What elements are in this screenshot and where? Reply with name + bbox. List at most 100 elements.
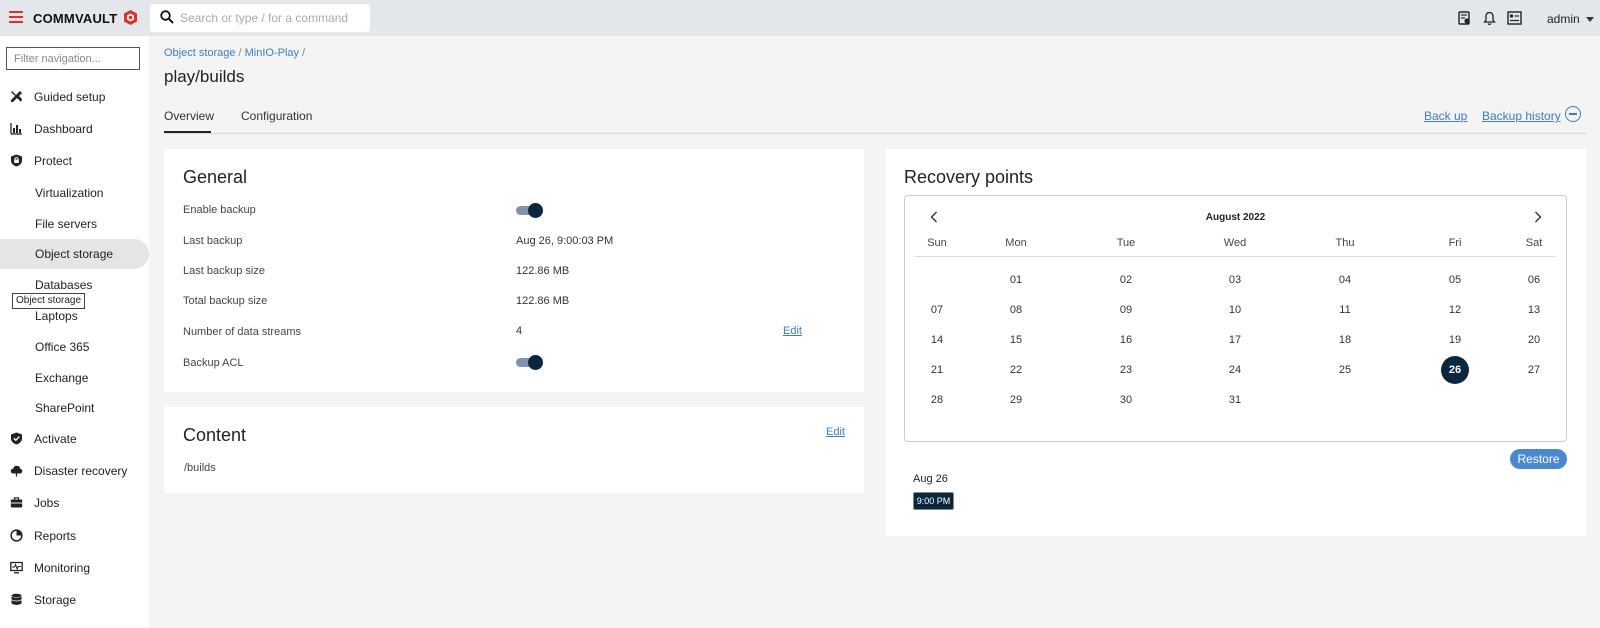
chevron-right-icon[interactable]	[1533, 210, 1543, 224]
backup-acl-toggle[interactable]	[516, 355, 544, 370]
sidebar-item-dashboard[interactable]: Dashboard	[0, 114, 149, 144]
data-streams-value: 4	[516, 325, 523, 337]
sidebar-item-label: Jobs	[34, 496, 60, 510]
calendar-day[interactable]: 12	[1441, 296, 1469, 324]
calendar-day[interactable]: 28	[923, 386, 951, 414]
tasks-icon[interactable]	[1507, 11, 1522, 25]
chevron-down-icon[interactable]	[1586, 17, 1594, 22]
backup-history-link[interactable]: Backup history	[1482, 109, 1561, 123]
weekday-sun: Sun	[927, 237, 947, 249]
calendar-day[interactable]: 01	[1002, 266, 1030, 294]
database-icon	[11, 593, 22, 605]
more-actions-icon[interactable]	[1565, 106, 1581, 122]
calendar-day[interactable]: 11	[1331, 296, 1359, 324]
calendar-day[interactable]: 07	[923, 296, 951, 324]
calendar-day[interactable]: 10	[1221, 296, 1249, 324]
weekday-wed: Wed	[1223, 237, 1247, 249]
last-backup-value: Aug 26, 9:00:03 PM	[516, 235, 614, 247]
calendar-day[interactable]: 02	[1112, 266, 1140, 294]
general-title: General	[183, 167, 248, 187]
calendar-day[interactable]: 16	[1112, 326, 1140, 354]
content-path: /builds	[184, 462, 216, 474]
breadcrumb-object-storage[interactable]: Object storage	[164, 47, 236, 59]
sidebar-item-object-storage[interactable]: Object storage	[0, 239, 149, 269]
user-menu[interactable]: admin	[1547, 12, 1580, 26]
page-title: play/builds	[164, 67, 245, 86]
calendar-divider	[915, 256, 1556, 257]
sidebar-item-label: Protect	[34, 154, 73, 168]
sidebar-item-exchange[interactable]: Exchange	[0, 363, 149, 393]
sidebar-item-label: Monitoring	[34, 561, 91, 575]
calendar-day[interactable]: 24	[1221, 356, 1249, 384]
sidebar-item-activate[interactable]: Activate	[0, 424, 149, 454]
weekday-tue: Tue	[1116, 237, 1136, 249]
calendar-day[interactable]: 18	[1331, 326, 1359, 354]
restore-button[interactable]: Restore	[1510, 449, 1567, 469]
calendar-day[interactable]: 25	[1331, 356, 1359, 384]
calendar-day[interactable]: 03	[1221, 266, 1249, 294]
sidebar-item-label: Office 365	[35, 340, 90, 354]
shield-lock-icon	[11, 154, 22, 167]
calendar-day[interactable]: 30	[1112, 386, 1140, 414]
calendar-day[interactable]: 17	[1221, 326, 1249, 354]
calendar-day[interactable]: 15	[1002, 326, 1030, 354]
data-streams-label: Number of data streams	[183, 326, 301, 338]
sidebar-item-disaster-recovery[interactable]: Disaster recovery	[0, 456, 149, 486]
general-card: General Enable backup Last backup Aug 26…	[164, 149, 864, 392]
calendar-day[interactable]: 06	[1520, 266, 1548, 294]
sidebar-item-reports[interactable]: Reports	[0, 521, 149, 551]
calendar-day[interactable]: 20	[1520, 326, 1548, 354]
search-input[interactable]	[180, 9, 360, 27]
calendar-day[interactable]: 13	[1520, 296, 1548, 324]
shield-check-icon	[11, 432, 22, 445]
sidebar-item-monitoring[interactable]: Monitoring	[0, 553, 149, 583]
sidebar-item-guided-setup[interactable]: Guided setup	[0, 82, 149, 112]
sidebar-item-label: Virtualization	[35, 186, 104, 200]
calendar-day[interactable]: 22	[1002, 356, 1030, 384]
sidebar-item-sharepoint[interactable]: SharePoint	[0, 393, 149, 423]
sidebar-item-office-365[interactable]: Office 365	[0, 332, 149, 362]
calendar-day[interactable]: 09	[1112, 296, 1140, 324]
edit-content-link[interactable]: Edit	[826, 426, 845, 438]
calendar-day[interactable]: 29	[1002, 386, 1030, 414]
monitor-icon	[10, 561, 23, 574]
back-up-link[interactable]: Back up	[1424, 109, 1467, 123]
tab-overview[interactable]: Overview	[164, 109, 214, 123]
calendar-day[interactable]: 31	[1221, 386, 1249, 414]
bell-icon[interactable]	[1483, 11, 1496, 26]
nav-filter-input[interactable]	[6, 47, 140, 70]
recovery-point-time-chip[interactable]: 9:00 PM	[913, 492, 954, 510]
calendar-day[interactable]: 19	[1441, 326, 1469, 354]
edit-streams-link[interactable]: Edit	[783, 325, 802, 337]
recovery-points-title: Recovery points	[904, 167, 1034, 187]
tab-configuration[interactable]: Configuration	[241, 109, 312, 123]
sidebar-item-storage[interactable]: Storage	[0, 585, 149, 615]
sidebar-item-label: Storage	[34, 593, 77, 607]
global-search	[150, 4, 370, 32]
calendar-day[interactable]: 26	[1441, 356, 1469, 384]
sidebar-item-virtualization[interactable]: Virtualization	[0, 178, 149, 208]
content-title: Content	[183, 425, 247, 445]
sidebar-item-protect[interactable]: Protect	[0, 146, 149, 176]
sidebar-item-label: Object storage	[35, 247, 114, 261]
brand-logo-text: COMMVAULT	[33, 11, 118, 26]
calendar-day[interactable]: 21	[923, 356, 951, 384]
calendar-day[interactable]: 14	[923, 326, 951, 354]
job-status-icon[interactable]	[1458, 11, 1471, 26]
calendar-day[interactable]: 05	[1441, 266, 1469, 294]
total-backup-size-label: Total backup size	[183, 295, 268, 307]
recovery-point-date: Aug 26	[913, 473, 948, 485]
calendar-day[interactable]: 27	[1520, 356, 1548, 384]
calendar-day[interactable]: 08	[1002, 296, 1030, 324]
calendar-day[interactable]: 23	[1112, 356, 1140, 384]
last-backup-label: Last backup	[183, 235, 243, 247]
breadcrumb-minio-play[interactable]: MinIO-Play	[245, 47, 299, 59]
sidebar-item-label: Databases	[35, 278, 93, 292]
calendar-day[interactable]: 04	[1331, 266, 1359, 294]
enable-backup-toggle[interactable]	[516, 203, 544, 218]
sidebar-item-jobs[interactable]: Jobs	[0, 488, 149, 518]
sidebar-item-file-servers[interactable]: File servers	[0, 209, 149, 239]
weekday-thu: Thu	[1335, 237, 1355, 249]
sidebar-item-label: File servers	[35, 217, 98, 231]
hamburger-menu-icon[interactable]	[9, 11, 23, 23]
